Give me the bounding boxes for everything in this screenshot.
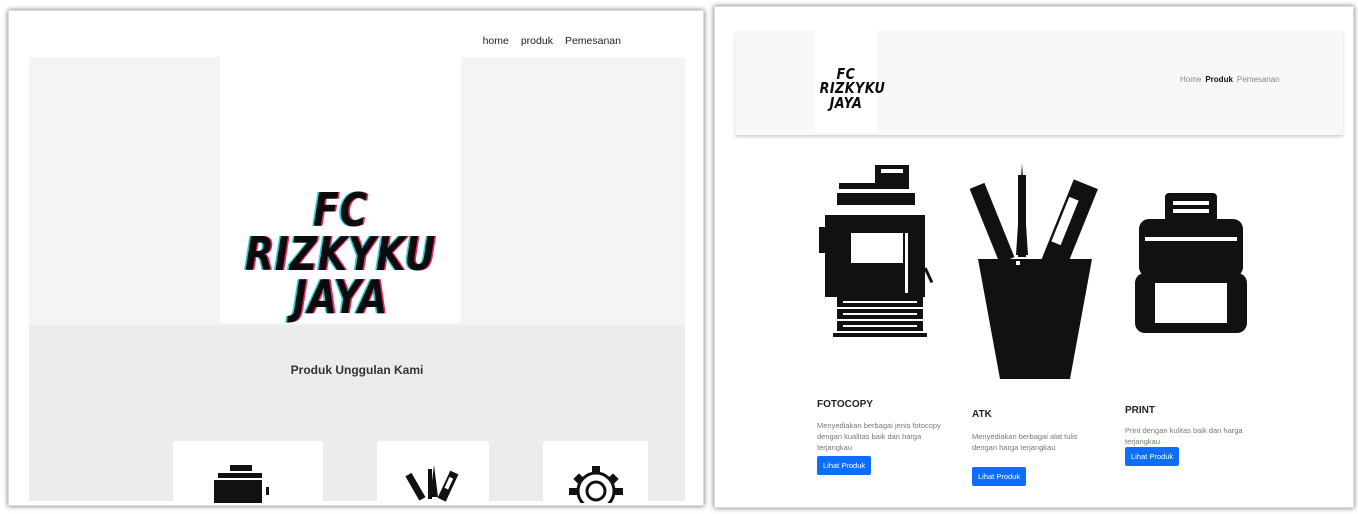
product-card-fotocopy[interactable] [173,441,323,503]
nav-link-produk[interactable]: produk [521,35,553,47]
product-title: PRINT [1125,405,1155,416]
stationery-cup-icon [970,163,1098,379]
homepage-screenshot: home produk Pemesanan FC RIZKYKU JAYA Pr… [8,10,704,506]
photocopier-icon [214,465,269,503]
product-fotocopy: FOTOCOPY Menyediakan berbagai jenis foto… [815,157,945,475]
product-atk: ATK Menyediakan berbagai alat tulis deng… [970,157,1100,486]
top-nav: Home Produk Pemesanan [1180,75,1280,84]
product-description: Print dengan kulitas baik dan harga terj… [1125,426,1243,446]
nav-link-pemesanan[interactable]: Pemesanan [565,35,621,47]
product-description: Menyediakan berbagai jenis fotocopy deng… [817,421,941,452]
printer-icon [1135,193,1247,333]
stationery-cup-icon [405,465,459,502]
page-header: FC RIZKYKU JAYA Home Produk Pemesanan [735,31,1343,135]
nav-link-produk[interactable]: Produk [1205,75,1233,84]
featured-products-section: Produk Unggulan Kami [29,325,685,503]
lihat-produk-button[interactable]: Lihat Produk [817,456,872,475]
header-logo[interactable]: FC RIZKYKU JAYA [815,31,886,133]
logo-line-2: JAYA [829,93,863,112]
product-card-atk[interactable] [377,441,489,503]
product-print: PRINT Print dengan kulitas baik dan harg… [1125,157,1255,466]
product-card-print[interactable] [543,441,648,503]
logo-line-1: FC RIZKYKU [819,65,886,98]
hero-logo: FC RIZKYKU JAYA [220,57,461,323]
product-description: Menyediakan berbagai alat tulis dengan h… [972,432,1078,452]
nav-link-home[interactable]: Home [1180,75,1201,84]
product-title: FOTOCOPY [817,399,873,410]
lihat-produk-button[interactable]: Lihat Produk [972,467,1027,486]
product-title: ATK [972,409,992,420]
nav-link-pemesanan[interactable]: Pemesanan [1237,75,1280,84]
nav-link-home[interactable]: home [483,35,509,47]
logo-text: FC RIZKYKU JAYA [819,65,886,112]
hero-banner: FC RIZKYKU JAYA [29,57,685,325]
logo-text: FC RIZKYKU JAYA [242,183,440,325]
section-title: Produk Unggulan Kami [290,363,424,377]
gear-icon [568,466,623,503]
logo-line-2: JAYA [292,270,389,325]
top-nav: home produk Pemesanan [483,35,621,47]
logo-line-1: FC RIZKYKU [244,183,437,281]
lihat-produk-button[interactable]: Lihat Produk [1125,447,1180,466]
products-page-screenshot: FC RIZKYKU JAYA Home Produk Pemesanan FO… [714,6,1354,508]
photocopier-icon [819,165,934,337]
